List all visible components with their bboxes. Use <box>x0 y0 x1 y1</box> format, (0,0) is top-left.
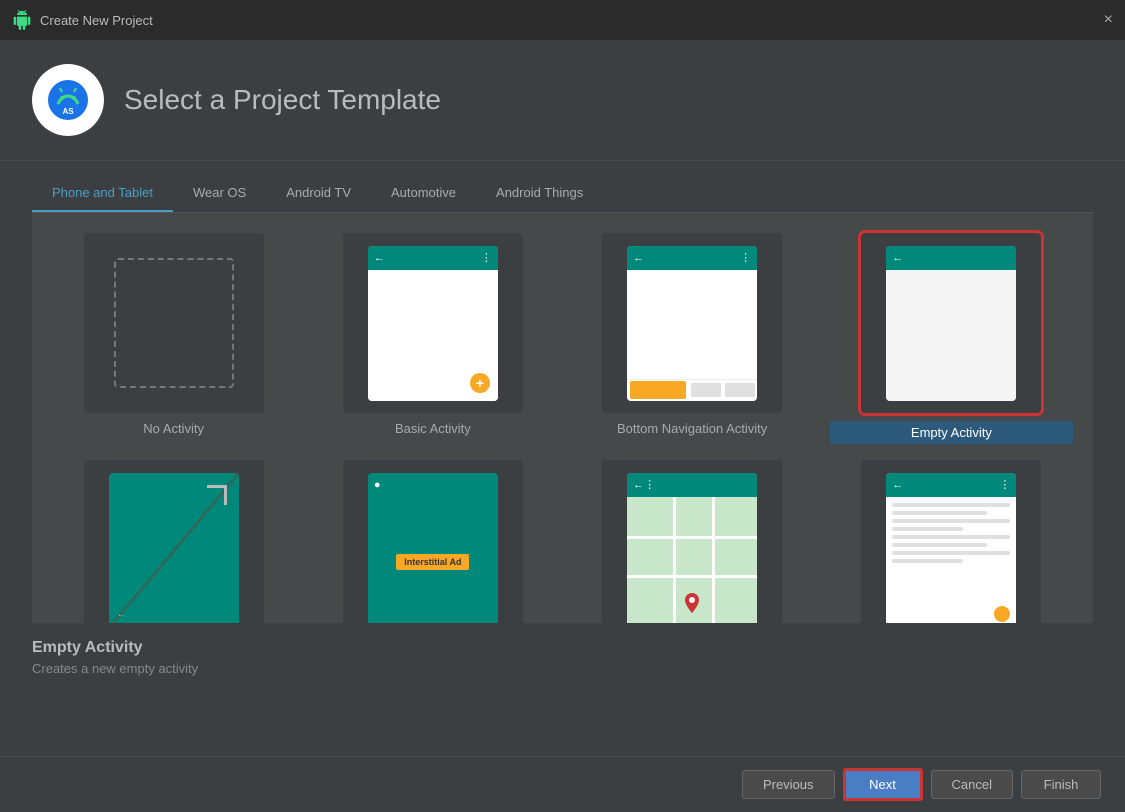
more-icon-2: ⋮ <box>740 251 751 264</box>
empty-activity-phone-mock: ← <box>886 246 1016 401</box>
empty-activity-body <box>886 270 1016 401</box>
dot-icon: ● <box>374 479 381 491</box>
template-empty-activity[interactable]: ← Empty Activity <box>830 233 1073 444</box>
back-icon: ← <box>374 252 385 264</box>
scrolling-body <box>886 497 1016 624</box>
template-thumb-empty-activity: ← <box>861 233 1041 413</box>
back-icon-4: ← <box>117 609 127 620</box>
template-label-bottom-nav: Bottom Navigation Activity <box>617 421 767 436</box>
scroll-line-8 <box>892 559 963 563</box>
no-activity-dashed-box <box>114 258 234 388</box>
tab-automotive[interactable]: Automotive <box>371 177 476 212</box>
basic-activity-toolbar: ← ⋮ <box>368 246 498 270</box>
maps-phone-mock: ← ⋮ <box>627 473 757 624</box>
template-scrolling[interactable]: ← ⋮ Scrolling Acti <box>830 460 1073 623</box>
nav-bar-yellow <box>630 381 686 399</box>
back-icon-6: ← <box>892 479 903 491</box>
tab-android-things[interactable]: Android Things <box>476 177 603 212</box>
fullscreen-phone-mock: ← <box>109 473 239 624</box>
back-icon-3: ← <box>892 252 903 264</box>
android-studio-logo: AS <box>32 64 104 136</box>
template-bottom-nav[interactable]: ← ⋮ Bottom Navigation Activity <box>571 233 814 444</box>
next-button[interactable]: Next <box>843 768 923 801</box>
scrolling-fab <box>994 606 1010 622</box>
back-icon-5: ← <box>633 479 644 491</box>
tab-android-tv[interactable]: Android TV <box>266 177 371 212</box>
scrolling-phone-mock: ← ⋮ <box>886 473 1016 624</box>
page-title: Select a Project Template <box>124 84 441 116</box>
fab-button: + <box>470 373 490 393</box>
template-label-basic-activity: Basic Activity <box>395 421 471 436</box>
close-button[interactable]: × <box>1104 11 1113 29</box>
more-icon-4: ⋮ <box>999 478 1010 491</box>
corner-bracket-icon <box>207 485 227 505</box>
title-bar: Create New Project × <box>0 0 1125 40</box>
title-bar-left: Create New Project <box>12 10 153 30</box>
map-pin-svg <box>685 593 699 613</box>
more-icon: ⋮ <box>481 251 492 264</box>
template-thumb-fullscreen: ← <box>84 460 264 623</box>
map-road-v1 <box>673 497 676 624</box>
android-title-icon <box>12 10 32 30</box>
template-grid-container[interactable]: No Activity ← ⋮ + Basic Activity <box>32 213 1093 623</box>
basic-activity-phone-mock: ← ⋮ + <box>368 246 498 401</box>
header-section: AS Select a Project Template <box>0 40 1125 161</box>
template-no-activity[interactable]: No Activity <box>52 233 295 444</box>
title-bar-title: Create New Project <box>40 13 153 28</box>
description-text: Creates a new empty activity <box>32 661 1093 676</box>
cancel-button[interactable]: Cancel <box>931 770 1013 799</box>
maps-toolbar: ← ⋮ <box>627 473 757 497</box>
bottom-nav-bar <box>627 379 757 401</box>
template-label-no-activity: No Activity <box>143 421 204 436</box>
back-icon-2: ← <box>633 252 644 264</box>
tab-phone-tablet[interactable]: Phone and Tablet <box>32 177 173 212</box>
scroll-line-1 <box>892 503 1010 507</box>
map-road-v2 <box>712 497 715 624</box>
bottom-nav-body <box>627 270 757 379</box>
map-road-h1 <box>627 536 757 539</box>
interstitial-phone-mock: ● Interstitial Ad <box>368 473 498 624</box>
android-studio-icon: AS <box>44 76 92 124</box>
template-thumb-maps: ← ⋮ <box>602 460 782 623</box>
nav-spacer-2 <box>725 383 755 397</box>
template-basic-activity[interactable]: ← ⋮ + Basic Activity <box>311 233 554 444</box>
interstitial-ad-label: Interstitial Ad <box>396 554 469 570</box>
map-road-h2 <box>627 575 757 578</box>
template-thumb-scrolling: ← ⋮ <box>861 460 1041 623</box>
finish-button[interactable]: Finish <box>1021 770 1101 799</box>
bottom-bar: Previous Next Cancel Finish <box>0 756 1125 812</box>
scroll-line-2 <box>892 511 986 515</box>
bottom-nav-toolbar: ← ⋮ <box>627 246 757 270</box>
svg-text:AS: AS <box>62 107 74 116</box>
scroll-line-3 <box>892 519 1010 523</box>
scroll-line-7 <box>892 551 1010 555</box>
template-interstitial-ad[interactable]: ● Interstitial Ad Interstitial Ad <box>311 460 554 623</box>
more-icon-3: ⋮ <box>644 478 655 491</box>
scrolling-toolbar: ← ⋮ <box>886 473 1016 497</box>
tab-wear-os[interactable]: Wear OS <box>173 177 266 212</box>
template-fullscreen[interactable]: ← Fullscreen Activity <box>52 460 295 623</box>
template-thumb-interstitial: ● Interstitial Ad <box>343 460 523 623</box>
scroll-line-6 <box>892 543 986 547</box>
description-area: Empty Activity Creates a new empty activ… <box>0 623 1125 688</box>
empty-activity-toolbar: ← <box>886 246 1016 270</box>
bottom-nav-phone-mock: ← ⋮ <box>627 246 757 401</box>
template-thumb-bottom-nav: ← ⋮ <box>602 233 782 413</box>
template-google-maps[interactable]: ← ⋮ <box>571 460 814 623</box>
template-grid: No Activity ← ⋮ + Basic Activity <box>52 233 1073 623</box>
nav-spacer-1 <box>691 383 721 397</box>
interstitial-body: Interstitial Ad <box>368 497 498 624</box>
template-thumb-no-activity <box>84 233 264 413</box>
scroll-line-5 <box>892 535 1010 539</box>
scroll-line-4 <box>892 527 963 531</box>
content-area: Phone and Tablet Wear OS Android TV Auto… <box>0 161 1125 213</box>
maps-body <box>627 497 757 624</box>
template-thumb-basic-activity: ← ⋮ + <box>343 233 523 413</box>
basic-activity-body: + <box>368 270 498 401</box>
template-label-empty-activity: Empty Activity <box>830 421 1073 444</box>
tabs-bar: Phone and Tablet Wear OS Android TV Auto… <box>32 161 1093 213</box>
previous-button[interactable]: Previous <box>742 770 835 799</box>
interstitial-toolbar: ● <box>368 473 498 497</box>
description-title: Empty Activity <box>32 639 1093 657</box>
